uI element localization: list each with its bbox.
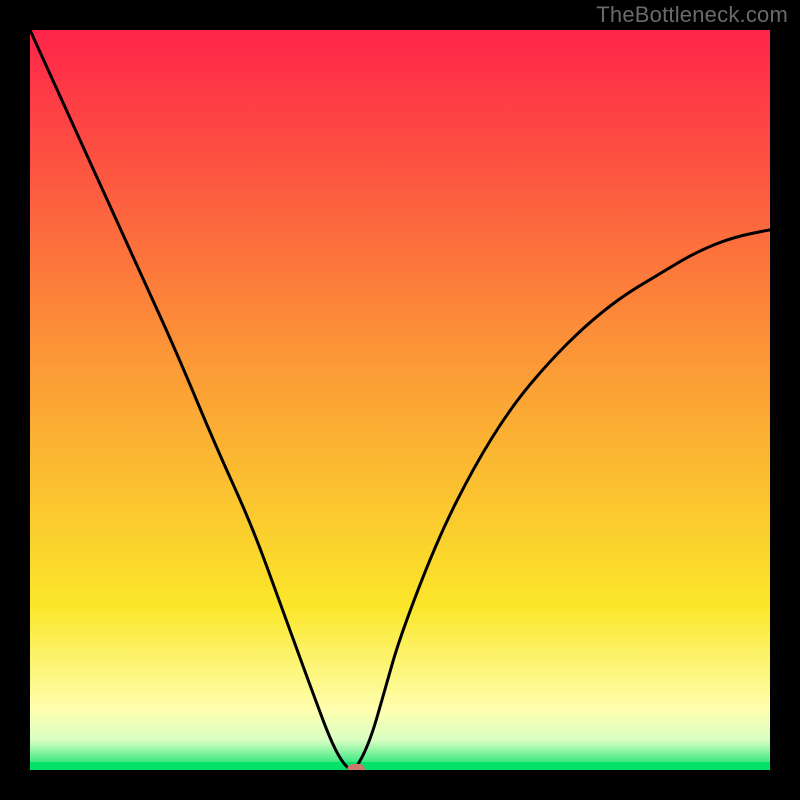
plot-area	[30, 30, 770, 770]
chart-frame: TheBottleneck.com	[0, 0, 800, 800]
gradient-background	[30, 30, 770, 770]
green-band	[30, 762, 770, 770]
watermark-label: TheBottleneck.com	[596, 2, 788, 28]
chart-svg	[30, 30, 770, 770]
minimum-marker	[347, 764, 365, 770]
